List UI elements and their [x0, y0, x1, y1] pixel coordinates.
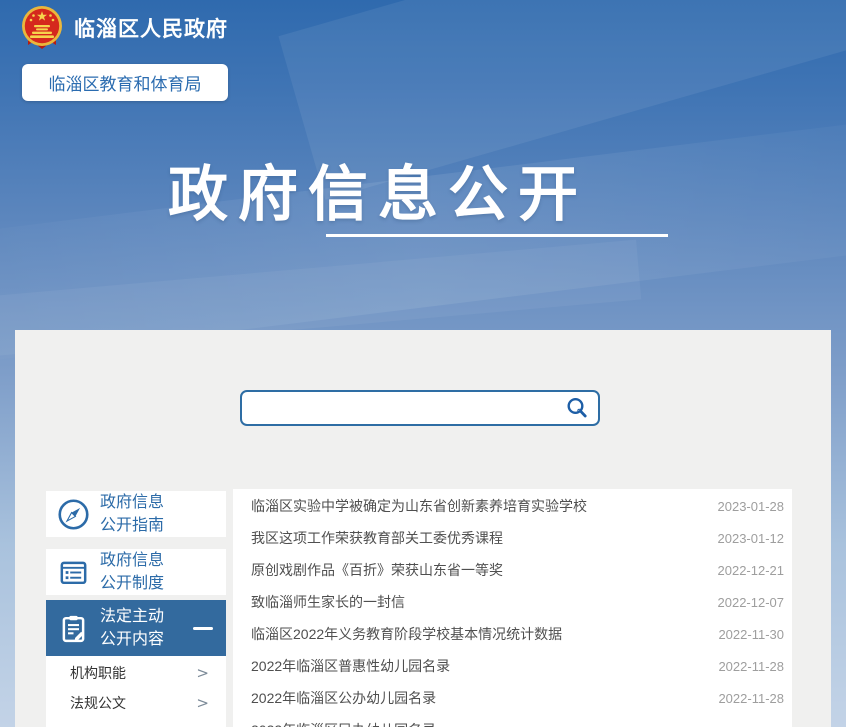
title-underline-decoration	[326, 234, 668, 237]
search-box	[240, 390, 600, 426]
news-list-item-partial[interactable]: 2022年临淄区民办幼儿园名录	[233, 714, 792, 727]
news-title-link[interactable]: 临淄区实验中学被确定为山东省创新素养培育实验学校	[251, 496, 704, 516]
news-title-link[interactable]: 我区这项工作荣获教育部关工委优秀课程	[251, 528, 704, 548]
page: 临淄区人民政府 临淄区教育和体育局 政府信息公开	[0, 0, 846, 727]
news-list-item[interactable]: 致临淄师生家长的一封信 2022-12-07	[233, 586, 792, 618]
news-list-item[interactable]: 我区这项工作荣获教育部关工委优秀课程 2023-01-12	[233, 522, 792, 554]
submenu-item-org-functions[interactable]: 机构职能 >	[46, 658, 226, 688]
sidebar-item-gov-info-guide[interactable]: 政府信息 公开指南	[46, 491, 226, 537]
news-date: 2022-11-28	[718, 659, 784, 674]
news-title-link[interactable]: 致临淄师生家长的一封信	[251, 592, 704, 612]
national-emblem-icon	[20, 5, 64, 51]
sidebar-nav: 政府信息 公开指南 政府信息 公开制度	[46, 491, 226, 727]
submenu-item-label: 机构职能	[70, 663, 126, 683]
news-title-link[interactable]: 2022年临淄区普惠性幼儿园名录	[251, 656, 704, 676]
document-list-icon	[46, 556, 100, 589]
news-title-link[interactable]: 临淄区2022年义务教育阶段学校基本情况统计数据	[251, 624, 704, 644]
chevron-right-icon: >	[196, 664, 209, 682]
sidebar-item-label: 法定主动 公开内容	[100, 605, 164, 651]
news-list: 临淄区实验中学被确定为山东省创新素养培育实验学校 2023-01-28 我区这项…	[233, 489, 792, 727]
submenu-item-label: 法规公文	[70, 693, 126, 713]
news-date: 2022-11-28	[718, 691, 784, 706]
sidebar-item-label: 政府信息 公开指南	[100, 491, 164, 537]
active-indicator-dash	[193, 627, 213, 630]
news-list-item[interactable]: 2022年临淄区公办幼儿园名录 2022-11-28	[233, 682, 792, 714]
search-icon	[565, 396, 589, 420]
news-date: 2022-11-30	[718, 627, 784, 642]
news-date: 2023-01-12	[718, 531, 785, 546]
news-date: 2022-12-07	[718, 595, 785, 610]
compass-icon	[46, 498, 100, 531]
news-title-link[interactable]: 2022年临淄区公办幼儿园名录	[251, 688, 704, 708]
news-list-item[interactable]: 原创戏剧作品《百折》荣获山东省一等奖 2022-12-21	[233, 554, 792, 586]
submenu-item-laws-documents[interactable]: 法规公文 >	[46, 688, 226, 718]
content-panel: 政府信息 公开指南 政府信息 公开制度	[15, 330, 831, 727]
sidebar-submenu: 机构职能 > 法规公文 >	[46, 656, 226, 727]
news-title-link[interactable]: 2022年临淄区民办幼儿园名录	[251, 720, 770, 727]
department-badge[interactable]: 临淄区教育和体育局	[22, 64, 228, 101]
sidebar-item-statutory-disclosure[interactable]: 法定主动 公开内容	[46, 600, 226, 656]
search-input[interactable]	[242, 392, 556, 424]
clipboard-pencil-icon	[46, 612, 100, 645]
news-list-item[interactable]: 临淄区实验中学被确定为山东省创新素养培育实验学校 2023-01-28	[233, 490, 792, 522]
site-brand[interactable]: 临淄区人民政府	[20, 5, 228, 51]
news-list-item[interactable]: 2022年临淄区普惠性幼儿园名录 2022-11-28	[233, 650, 792, 682]
news-date: 2023-01-28	[718, 499, 785, 514]
chevron-right-icon: >	[196, 694, 209, 712]
gov-site-title: 临淄区人民政府	[74, 13, 228, 43]
news-title-link[interactable]: 原创戏剧作品《百折》荣获山东省一等奖	[251, 560, 704, 580]
news-date: 2022-12-21	[718, 563, 785, 578]
news-list-item[interactable]: 临淄区2022年义务教育阶段学校基本情况统计数据 2022-11-30	[233, 618, 792, 650]
sidebar-item-gov-info-system[interactable]: 政府信息 公开制度	[46, 549, 226, 595]
sidebar-item-label: 政府信息 公开制度	[100, 549, 164, 595]
page-title: 政府信息公开	[168, 146, 588, 233]
search-button[interactable]	[556, 392, 598, 424]
